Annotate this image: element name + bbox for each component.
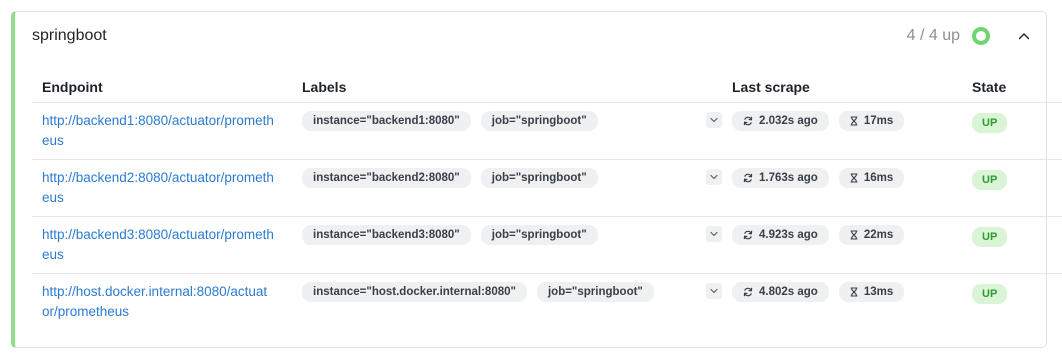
last-scrape-badge: 1.763s ago (732, 168, 829, 188)
state-badge: UP (972, 113, 1008, 133)
expand-labels-button[interactable] (706, 283, 722, 299)
refresh-icon (743, 116, 753, 126)
status-ring-icon (972, 27, 990, 45)
scrape-duration-badge: 13ms (838, 282, 905, 302)
last-scrape-badge: 2.032s ago (732, 111, 829, 131)
scrape-duration-value: 13ms (863, 286, 894, 298)
chevron-down-icon (710, 174, 718, 180)
last-scrape-value: 1.763s ago (759, 172, 818, 184)
scrape-pool-card: springboot 4 / 4 up Endpoint Labels Last… (11, 11, 1062, 348)
label-pill-instance: instance="host.docker.internal:8080" (302, 282, 527, 302)
endpoint-link[interactable]: http://backend1:8080/actuator/prometheus (42, 111, 274, 151)
expand-labels-button[interactable] (706, 112, 722, 128)
state-badge: UP (972, 227, 1008, 247)
last-scrape-value: 2.032s ago (759, 115, 818, 127)
scrape-duration-badge: 22ms (838, 225, 905, 245)
refresh-icon (743, 230, 753, 240)
hourglass-icon (850, 287, 858, 297)
label-pill-job: job="springboot" (480, 225, 598, 245)
table-row: http://backend2:8080/actuator/prometheus… (32, 159, 1062, 217)
last-scrape-badge: 4.802s ago (732, 282, 829, 302)
state-badge: UP (972, 284, 1008, 304)
label-pill-job: job="springboot" (536, 282, 654, 302)
up-count: 4 / 4 up (906, 27, 960, 44)
table-row: http://host.docker.internal:8080/actuato… (32, 274, 1062, 331)
last-scrape-value: 4.923s ago (759, 229, 818, 241)
expand-labels-button[interactable] (706, 169, 722, 185)
hourglass-icon (850, 173, 858, 183)
last-scrape-value: 4.802s ago (759, 286, 818, 298)
refresh-icon (743, 287, 753, 297)
label-list: instance="backend2:8080" job="springboot… (302, 168, 698, 188)
job-name: springboot (32, 27, 107, 44)
scrape-pool-header[interactable]: springboot 4 / 4 up (32, 12, 1046, 60)
column-header-last-scrape: Last scrape (722, 72, 962, 103)
label-list: instance="backend1:8080" job="springboot… (302, 111, 698, 131)
scrape-duration-value: 22ms (863, 229, 894, 241)
chevron-down-icon (710, 288, 718, 294)
expand-labels-button[interactable] (706, 226, 722, 242)
endpoint-link[interactable]: http://backend3:8080/actuator/prometheus (42, 225, 274, 265)
scrape-duration-badge: 17ms (838, 111, 905, 131)
table-row: http://backend1:8080/actuator/prometheus… (32, 102, 1062, 160)
scrape-duration-value: 17ms (863, 115, 894, 127)
chevron-up-icon (1018, 33, 1030, 40)
column-header-labels: Labels (292, 72, 722, 103)
column-header-endpoint: Endpoint (32, 72, 292, 103)
label-list: instance="backend3:8080" job="springboot… (302, 225, 698, 245)
chevron-down-icon (710, 231, 718, 237)
column-header-state: State (962, 72, 1062, 103)
scrape-duration-value: 16ms (863, 172, 894, 184)
table-row: http://backend3:8080/actuator/prometheus… (32, 216, 1062, 274)
table-header-row: Endpoint Labels Last scrape State (32, 72, 1062, 103)
endpoint-link[interactable]: http://backend2:8080/actuator/prometheus (42, 168, 274, 208)
label-pill-instance: instance="backend2:8080" (302, 168, 471, 188)
endpoint-link[interactable]: http://host.docker.internal:8080/actuato… (42, 282, 274, 322)
hourglass-icon (850, 230, 858, 240)
refresh-icon (743, 173, 753, 183)
scrape-duration-badge: 16ms (838, 168, 905, 188)
state-badge: UP (972, 170, 1008, 190)
targets-table: Endpoint Labels Last scrape State http:/… (32, 72, 1062, 330)
label-list: instance="host.docker.internal:8080" job… (302, 282, 698, 302)
label-pill-job: job="springboot" (480, 168, 598, 188)
chevron-down-icon (710, 117, 718, 123)
hourglass-icon (850, 116, 858, 126)
last-scrape-badge: 4.923s ago (732, 225, 829, 245)
label-pill-instance: instance="backend3:8080" (302, 225, 471, 245)
label-pill-instance: instance="backend1:8080" (302, 111, 471, 131)
collapse-button[interactable] (1014, 26, 1034, 46)
label-pill-job: job="springboot" (480, 111, 598, 131)
